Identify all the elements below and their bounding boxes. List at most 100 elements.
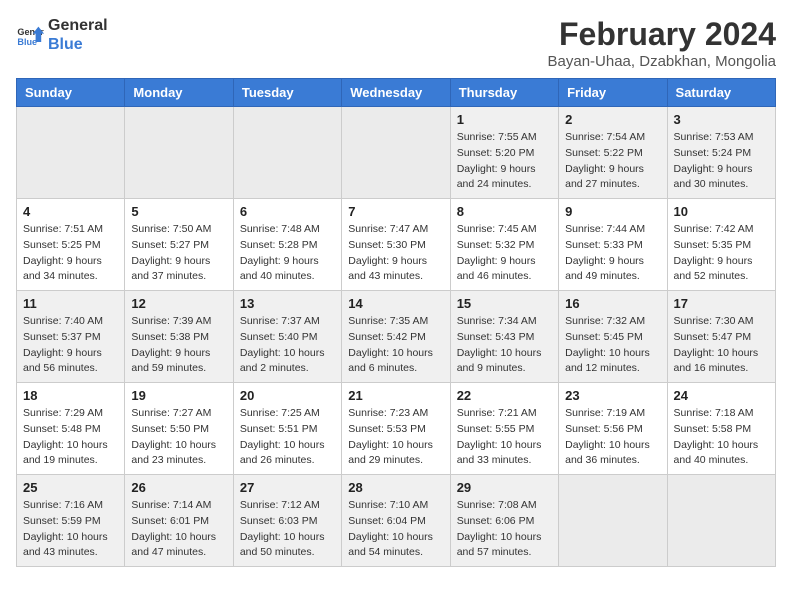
calendar-day-cell: 25 Sunrise: 7:16 AMSunset: 5:59 PMDayligh… [17, 475, 125, 567]
calendar-day-cell [667, 475, 775, 567]
day-number: 12 [131, 296, 226, 311]
day-info: Sunrise: 7:48 AMSunset: 5:28 PMDaylight:… [240, 222, 335, 285]
calendar-day-cell: 24Sunrise: 7:18 AMSunset: 5:58 PMDayligh… [667, 383, 775, 475]
calendar-week-row: 11 Sunrise: 7:40 AMSunset: 5:37 PMDayligh… [17, 291, 776, 383]
day-info: Sunrise: 7:10 AMSunset: 6:04 PMDaylight:… [348, 498, 443, 561]
day-info: Sunrise: 7:29 AMSunset: 5:48 PMDaylight:… [23, 406, 118, 469]
calendar-day-cell [233, 107, 341, 199]
day-number: 20 [240, 388, 335, 403]
day-number: 9 [565, 204, 660, 219]
day-info: Sunrise: 7:50 AMSunset: 5:27 PMDaylight:… [131, 222, 226, 285]
day-info: Sunrise: 7:23 AMSunset: 5:53 PMDaylight:… [348, 406, 443, 469]
day-info: Sunrise: 7:39 AMSunset: 5:38 PMDaylight:… [131, 314, 226, 377]
calendar-week-row: 18 Sunrise: 7:29 AMSunset: 5:48 PMDayligh… [17, 383, 776, 475]
calendar-table: SundayMondayTuesdayWednesdayThursdayFrid… [16, 78, 776, 567]
day-info: Sunrise: 7:44 AMSunset: 5:33 PMDaylight:… [565, 222, 660, 285]
day-info: Sunrise: 7:34 AMSunset: 5:43 PMDaylight:… [457, 314, 552, 377]
day-info: Sunrise: 7:14 AMSunset: 6:01 PMDaylight:… [131, 498, 226, 561]
day-info: Sunrise: 7:51 AMSunset: 5:25 PMDaylight:… [23, 222, 118, 285]
calendar-day-cell: 8Sunrise: 7:45 AMSunset: 5:32 PMDaylight… [450, 199, 558, 291]
calendar-day-cell: 18 Sunrise: 7:29 AMSunset: 5:48 PMDayligh… [17, 383, 125, 475]
calendar-week-row: 1Sunrise: 7:55 AMSunset: 5:20 PMDaylight… [17, 107, 776, 199]
day-info: Sunrise: 7:37 AMSunset: 5:40 PMDaylight:… [240, 314, 335, 377]
calendar-week-row: 4 Sunrise: 7:51 AMSunset: 5:25 PMDaylight… [17, 199, 776, 291]
day-number: 27 [240, 480, 335, 495]
calendar-day-cell: 6 Sunrise: 7:48 AMSunset: 5:28 PMDaylight… [233, 199, 341, 291]
day-number: 2 [565, 112, 660, 127]
calendar-day-cell: 28 Sunrise: 7:10 AMSunset: 6:04 PMDayligh… [342, 475, 450, 567]
calendar-day-cell: 4 Sunrise: 7:51 AMSunset: 5:25 PMDaylight… [17, 199, 125, 291]
day-info: Sunrise: 7:54 AMSunset: 5:22 PMDaylight:… [565, 130, 660, 193]
calendar-day-cell: 13 Sunrise: 7:37 AMSunset: 5:40 PMDayligh… [233, 291, 341, 383]
day-info: Sunrise: 7:47 AMSunset: 5:30 PMDaylight:… [348, 222, 443, 285]
calendar-week-row: 25 Sunrise: 7:16 AMSunset: 5:59 PMDayligh… [17, 475, 776, 567]
calendar-day-cell [17, 107, 125, 199]
day-number: 8 [457, 204, 552, 219]
calendar-day-cell: 2 Sunrise: 7:54 AMSunset: 5:22 PMDaylight… [559, 107, 667, 199]
day-number: 6 [240, 204, 335, 219]
title-block: February 2024 Bayan-Uhaa, Dzabkhan, Mong… [548, 16, 776, 70]
day-number: 7 [348, 204, 443, 219]
svg-text:Blue: Blue [17, 37, 37, 47]
calendar-day-cell: 19 Sunrise: 7:27 AMSunset: 5:50 PMDayligh… [125, 383, 233, 475]
day-info: Sunrise: 7:21 AMSunset: 5:55 PMDaylight:… [457, 406, 552, 469]
day-number: 16 [565, 296, 660, 311]
day-info: Sunrise: 7:30 AMSunset: 5:47 PMDaylight:… [674, 314, 769, 377]
day-number: 3 [674, 112, 769, 127]
month-year-title: February 2024 [548, 16, 776, 53]
day-number: 24 [674, 388, 769, 403]
calendar-day-cell: 7 Sunrise: 7:47 AMSunset: 5:30 PMDaylight… [342, 199, 450, 291]
day-info: Sunrise: 7:55 AMSunset: 5:20 PMDaylight:… [457, 130, 552, 193]
calendar-day-cell [125, 107, 233, 199]
calendar-day-cell: 1Sunrise: 7:55 AMSunset: 5:20 PMDaylight… [450, 107, 558, 199]
weekday-header-tuesday: Tuesday [233, 79, 341, 107]
day-number: 25 [23, 480, 118, 495]
calendar-day-cell: 21 Sunrise: 7:23 AMSunset: 5:53 PMDayligh… [342, 383, 450, 475]
calendar-day-cell: 12 Sunrise: 7:39 AMSunset: 5:38 PMDayligh… [125, 291, 233, 383]
calendar-day-cell: 27Sunrise: 7:12 AMSunset: 6:03 PMDayligh… [233, 475, 341, 567]
day-number: 18 [23, 388, 118, 403]
day-info: Sunrise: 7:53 AMSunset: 5:24 PMDaylight:… [674, 130, 769, 193]
day-info: Sunrise: 7:25 AMSunset: 5:51 PMDaylight:… [240, 406, 335, 469]
logo-text-general: General [48, 16, 108, 35]
weekday-header-sunday: Sunday [17, 79, 125, 107]
day-number: 19 [131, 388, 226, 403]
day-number: 10 [674, 204, 769, 219]
day-info: Sunrise: 7:32 AMSunset: 5:45 PMDaylight:… [565, 314, 660, 377]
weekday-header-friday: Friday [559, 79, 667, 107]
calendar-day-cell: 9 Sunrise: 7:44 AMSunset: 5:33 PMDaylight… [559, 199, 667, 291]
day-info: Sunrise: 7:35 AMSunset: 5:42 PMDaylight:… [348, 314, 443, 377]
logo-icon: General Blue [16, 21, 44, 49]
calendar-day-cell: 23Sunrise: 7:19 AMSunset: 5:56 PMDayligh… [559, 383, 667, 475]
weekday-header-wednesday: Wednesday [342, 79, 450, 107]
weekday-header-saturday: Saturday [667, 79, 775, 107]
calendar-day-cell: 14Sunrise: 7:35 AMSunset: 5:42 PMDayligh… [342, 291, 450, 383]
calendar-day-cell: 16 Sunrise: 7:32 AMSunset: 5:45 PMDayligh… [559, 291, 667, 383]
page-header: General Blue General Blue February 2024 … [16, 16, 776, 70]
day-info: Sunrise: 7:27 AMSunset: 5:50 PMDaylight:… [131, 406, 226, 469]
day-number: 21 [348, 388, 443, 403]
logo-text-blue: Blue [48, 35, 108, 54]
day-number: 5 [131, 204, 226, 219]
day-number: 4 [23, 204, 118, 219]
calendar-day-cell: 22Sunrise: 7:21 AMSunset: 5:55 PMDayligh… [450, 383, 558, 475]
location-subtitle: Bayan-Uhaa, Dzabkhan, Mongolia [548, 53, 776, 70]
calendar-day-cell: 5 Sunrise: 7:50 AMSunset: 5:27 PMDaylight… [125, 199, 233, 291]
calendar-day-cell [559, 475, 667, 567]
calendar-day-cell: 17Sunrise: 7:30 AMSunset: 5:47 PMDayligh… [667, 291, 775, 383]
day-info: Sunrise: 7:16 AMSunset: 5:59 PMDaylight:… [23, 498, 118, 561]
weekday-header-monday: Monday [125, 79, 233, 107]
calendar-day-cell: 15Sunrise: 7:34 AMSunset: 5:43 PMDayligh… [450, 291, 558, 383]
calendar-day-cell: 10 Sunrise: 7:42 AMSunset: 5:35 PMDayligh… [667, 199, 775, 291]
day-number: 11 [23, 296, 118, 311]
calendar-day-cell: 11 Sunrise: 7:40 AMSunset: 5:37 PMDayligh… [17, 291, 125, 383]
day-info: Sunrise: 7:40 AMSunset: 5:37 PMDaylight:… [23, 314, 118, 377]
weekday-header-row: SundayMondayTuesdayWednesdayThursdayFrid… [17, 79, 776, 107]
calendar-day-cell: 3 Sunrise: 7:53 AMSunset: 5:24 PMDaylight… [667, 107, 775, 199]
day-number: 28 [348, 480, 443, 495]
day-number: 13 [240, 296, 335, 311]
calendar-day-cell [342, 107, 450, 199]
day-number: 23 [565, 388, 660, 403]
calendar-day-cell: 20 Sunrise: 7:25 AMSunset: 5:51 PMDayligh… [233, 383, 341, 475]
day-info: Sunrise: 7:42 AMSunset: 5:35 PMDaylight:… [674, 222, 769, 285]
